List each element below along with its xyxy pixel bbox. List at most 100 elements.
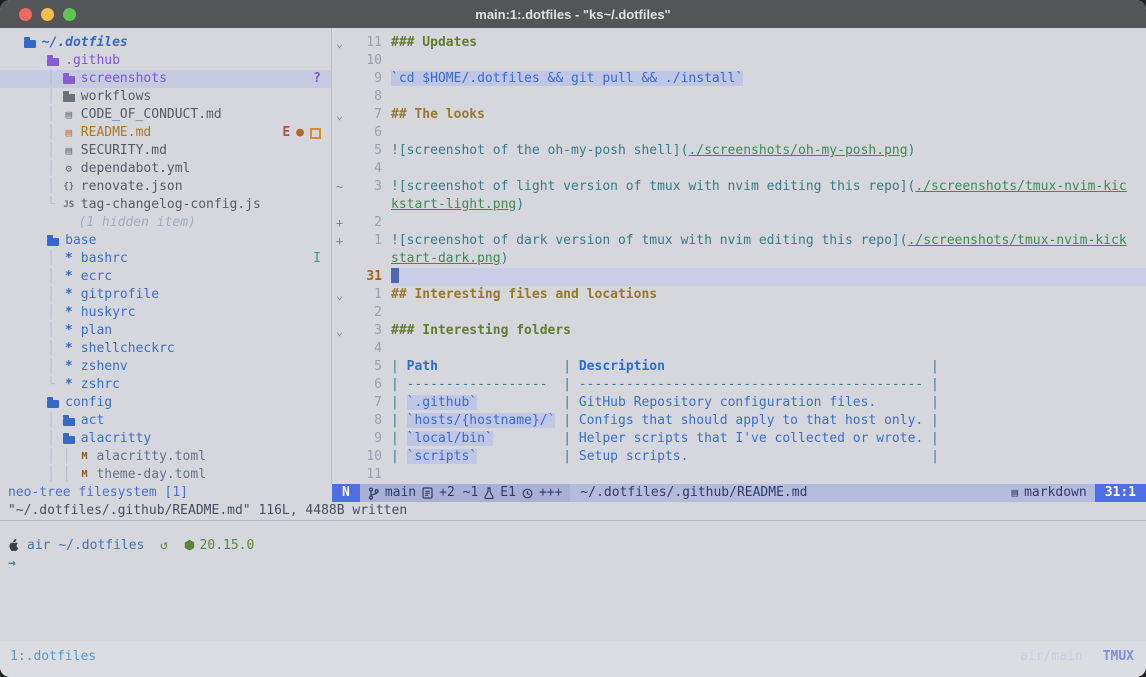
line-text: ![screenshot of dark version of tmux wit… bbox=[391, 232, 1146, 250]
line-number: 8 bbox=[352, 412, 382, 430]
tree-item-zshrc[interactable]: └ *zshrc bbox=[0, 376, 331, 394]
folder-icon bbox=[63, 94, 75, 102]
line-text bbox=[391, 124, 1146, 142]
folder-icon bbox=[63, 436, 75, 444]
folder-icon bbox=[47, 58, 59, 66]
editor-line-21[interactable]: 8 | `hosts/{hostname}/` | Configs that sh… bbox=[332, 412, 1146, 430]
tree-label: alacritty bbox=[81, 430, 151, 448]
js-icon: JS bbox=[63, 196, 75, 214]
tmux-window-tab[interactable]: 1:.dotfiles bbox=[10, 649, 96, 664]
tree-item--1-hidden-item-[interactable]: (1 hidden item) bbox=[0, 214, 331, 232]
tree-item-tag-changelog-config.js[interactable]: └ JStag-changelog-config.js bbox=[0, 196, 331, 214]
file-path: ~/.dotfiles/.github/README.md bbox=[570, 484, 1003, 502]
editor-line-0[interactable]: ⌄11### Updates bbox=[332, 34, 1146, 52]
line-number: 5 bbox=[352, 142, 382, 160]
editor-line-3[interactable]: 8 bbox=[332, 88, 1146, 106]
tree-item-plan[interactable]: │ *plan bbox=[0, 322, 331, 340]
tmux-statusbar: 1:.dotfiles air/main TMUX bbox=[0, 641, 1146, 677]
tree-item-README.md[interactable]: │ ▤README.mdE● bbox=[0, 124, 331, 142]
editor-line-19[interactable]: 6| ------------------ | ----------------… bbox=[332, 376, 1146, 394]
editor-line-1[interactable]: 10 bbox=[332, 52, 1146, 70]
tree-item-act[interactable]: │ act bbox=[0, 412, 331, 430]
git-branch-icon bbox=[368, 487, 379, 500]
editor-line-12[interactable]: start-dark.png) bbox=[332, 250, 1146, 268]
tree-item-renovate.json[interactable]: │ {}renovate.json bbox=[0, 178, 331, 196]
editor-line-15[interactable]: 2 bbox=[332, 304, 1146, 322]
vim-cmdline[interactable]: "~/.dotfiles/.github/README.md" 116L, 44… bbox=[0, 502, 1146, 520]
prompt-arrow: → bbox=[8, 556, 16, 571]
tree-item-bashrc[interactable]: │ *bashrcI bbox=[0, 250, 331, 268]
line-number: 1 bbox=[352, 232, 382, 250]
zoom-button[interactable] bbox=[63, 8, 76, 21]
line-text: ## Interesting files and locations bbox=[391, 286, 1146, 304]
tree-item-gitprofile[interactable]: │ *gitprofile bbox=[0, 286, 331, 304]
line-text: | `.github` | GitHub Repository configur… bbox=[391, 394, 1146, 412]
tree-item-shellcheckrc[interactable]: │ *shellcheckrc bbox=[0, 340, 331, 358]
editor-line-2[interactable]: 9`cd $HOME/.dotfiles && git pull && ./in… bbox=[332, 70, 1146, 88]
tree-item-~-.dotfiles[interactable]: ~/.dotfiles bbox=[0, 34, 331, 52]
editor-line-16[interactable]: ⌄3### Interesting folders bbox=[332, 322, 1146, 340]
line-number: 11 bbox=[352, 466, 382, 484]
editor-line-22[interactable]: 9| `local/bin` | Helper scripts that I'v… bbox=[332, 430, 1146, 448]
tree-item-config[interactable]: config bbox=[0, 394, 331, 412]
line-text bbox=[391, 88, 1146, 106]
editor-line-24[interactable]: 11 bbox=[332, 466, 1146, 484]
tree-label: shellcheckrc bbox=[81, 340, 175, 358]
editor-line-10[interactable]: +2 bbox=[332, 214, 1146, 232]
tree-item-.github[interactable]: .github bbox=[0, 52, 331, 70]
editor-line-13[interactable]: 31 bbox=[332, 268, 1146, 286]
tree-label: README.md bbox=[81, 124, 151, 142]
tree-item-ecrc[interactable]: │ *ecrc bbox=[0, 268, 331, 286]
editor-line-14[interactable]: ⌄1## Interesting files and locations bbox=[332, 286, 1146, 304]
tree-item-workflows[interactable]: │ workflows bbox=[0, 88, 331, 106]
editor-line-20[interactable]: 7| `.github` | GitHub Repository configu… bbox=[332, 394, 1146, 412]
editor-line-17[interactable]: 4 bbox=[332, 340, 1146, 358]
editor-line-9[interactable]: kstart-light.png) bbox=[332, 196, 1146, 214]
tree-item-SECURITY.md[interactable]: │ ▤SECURITY.md bbox=[0, 142, 331, 160]
tree-item-CODE-OF-CONDUCT.md[interactable]: │ ▤CODE_OF_CONDUCT.md bbox=[0, 106, 331, 124]
editor-line-18[interactable]: 5| Path | Description | bbox=[332, 358, 1146, 376]
tree-item-theme-day.toml[interactable]: │ │ Mtheme-day.toml bbox=[0, 466, 331, 484]
line-number bbox=[352, 196, 382, 214]
tree-label: zshrc bbox=[81, 376, 120, 394]
shell-pane[interactable]: air ~/.dotfiles ↺ 20.15.0 → bbox=[0, 520, 1146, 641]
folder-icon bbox=[63, 76, 75, 84]
tree-item-screenshots[interactable]: │ screenshots? bbox=[0, 70, 331, 88]
folder-icon bbox=[47, 400, 59, 408]
mode-indicator: N bbox=[332, 484, 360, 502]
editor-line-11[interactable]: +1![screenshot of dark version of tmux w… bbox=[332, 232, 1146, 250]
tree-label: .github bbox=[65, 52, 120, 70]
star-icon: * bbox=[63, 304, 75, 322]
line-number: 10 bbox=[352, 448, 382, 466]
tree-item-zshenv[interactable]: │ *zshenv bbox=[0, 358, 331, 376]
tree-label: plan bbox=[81, 322, 112, 340]
line-number: 9 bbox=[352, 70, 382, 88]
editor-line-5[interactable]: 6 bbox=[332, 124, 1146, 142]
close-button[interactable] bbox=[19, 8, 32, 21]
tree-label: act bbox=[81, 412, 104, 430]
tree-item-base[interactable]: base bbox=[0, 232, 331, 250]
editor-line-23[interactable]: 10| `scripts` | Setup scripts. | bbox=[332, 448, 1146, 466]
folder-icon bbox=[24, 40, 36, 48]
gear-icon: ⚙ bbox=[63, 160, 75, 178]
tree-label: huskyrc bbox=[81, 304, 136, 322]
tree-item-alacritty.toml[interactable]: │ │ Malacritty.toml bbox=[0, 448, 331, 466]
line-text: | `hosts/{hostname}/` | Configs that sho… bbox=[391, 412, 1146, 430]
neotree-panel[interactable]: ~/.dotfiles .github │ screenshots? │ wor… bbox=[0, 28, 332, 484]
tree-item-huskyrc[interactable]: │ *huskyrc bbox=[0, 304, 331, 322]
editor-buffer[interactable]: ⌄11### Updates109`cd $HOME/.dotfiles && … bbox=[332, 28, 1146, 484]
editor-line-4[interactable]: ⌄7## The looks bbox=[332, 106, 1146, 124]
editor-line-8[interactable]: ~3![screenshot of light version of tmux … bbox=[332, 178, 1146, 196]
prompt-arrow-line: → bbox=[8, 554, 1146, 572]
line-number: 4 bbox=[352, 340, 382, 358]
minimize-button[interactable] bbox=[41, 8, 54, 21]
tree-label: theme-day.toml bbox=[96, 466, 206, 484]
editor-line-7[interactable]: 4 bbox=[332, 160, 1146, 178]
line-text: | ------------------ | -----------------… bbox=[391, 376, 1146, 394]
tree-item-alacritty[interactable]: │ alacritty bbox=[0, 430, 331, 448]
git-branch: main bbox=[385, 484, 416, 502]
braces-icon: {} bbox=[63, 178, 75, 196]
editor-line-6[interactable]: 5![screenshot of the oh-my-posh shell](.… bbox=[332, 142, 1146, 160]
tree-item-dependabot.yml[interactable]: │ ⚙dependabot.yml bbox=[0, 160, 331, 178]
tree-label: screenshots bbox=[81, 70, 167, 88]
